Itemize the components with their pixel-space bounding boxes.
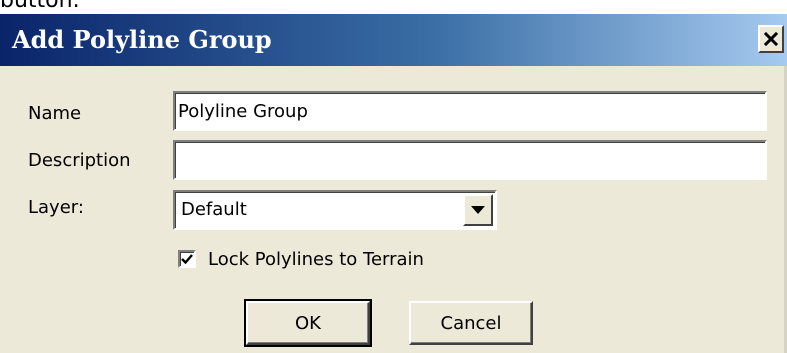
ok-button[interactable]: OK: [244, 299, 372, 347]
lock-polylines-option[interactable]: Lock Polylines to Terrain: [178, 247, 424, 271]
description-label: Description: [28, 150, 131, 171]
close-button[interactable]: [758, 25, 784, 53]
dialog-title: Add Polyline Group: [12, 25, 272, 54]
chevron-down-icon: [471, 206, 485, 214]
description-field[interactable]: [173, 140, 767, 180]
name-label: Name: [28, 103, 82, 124]
lock-polylines-checkbox[interactable]: [178, 250, 196, 268]
cancel-button[interactable]: Cancel: [409, 301, 533, 345]
layer-label: Layer:: [28, 197, 84, 218]
layer-dropdown-button[interactable]: [463, 194, 493, 226]
name-field[interactable]: [173, 91, 767, 131]
lock-polylines-label: Lock Polylines to Terrain: [208, 248, 424, 270]
page: button. Add Polyline Group Name Descript…: [0, 0, 787, 353]
layer-select-value: Default: [181, 199, 247, 220]
title-bar[interactable]: Add Polyline Group: [0, 14, 787, 66]
add-polyline-group-dialog: Add Polyline Group Name Description Laye…: [0, 14, 787, 353]
layer-select[interactable]: Default: [173, 190, 497, 230]
close-icon: [763, 31, 779, 47]
checkmark-icon: [181, 254, 193, 265]
